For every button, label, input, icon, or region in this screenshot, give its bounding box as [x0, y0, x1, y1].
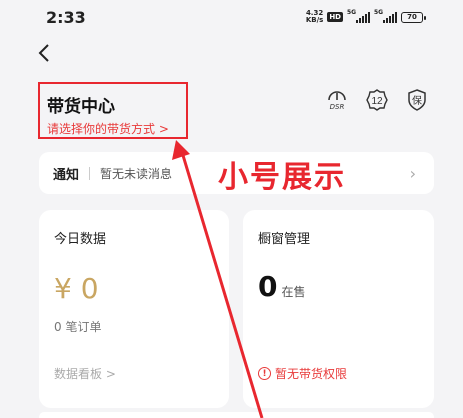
next-card-edge: [39, 412, 434, 418]
hd-icon: HD: [327, 12, 343, 22]
today-orders: 0 笔订单: [54, 320, 102, 334]
notice-text: 暂无未读消息: [100, 166, 173, 181]
header-icons: DSR 12 保: [325, 88, 429, 112]
shield-guarantee-icon: 保: [408, 89, 426, 111]
status-icons: 4.32 KB/s HD 5G 5G 70: [305, 9, 426, 24]
no-permission-notice[interactable]: ! 暂无带货权限: [258, 365, 347, 382]
status-bar: 2:33 4.32 KB/s HD 5G 5G 70: [0, 0, 463, 34]
guarantee-button[interactable]: 保: [405, 88, 429, 112]
notice-label: 通知: [53, 167, 80, 183]
battery-icon: 70: [401, 11, 426, 23]
dsr-label: DSR: [329, 103, 345, 111]
back-button[interactable]: [38, 42, 50, 66]
divider: [89, 166, 91, 180]
status-time: 2:33: [46, 7, 86, 27]
card-title: 今日数据: [54, 232, 107, 247]
level-button[interactable]: 12: [365, 88, 389, 112]
on-sale-label: 在售: [281, 285, 306, 299]
svg-text:保: 保: [412, 94, 422, 107]
on-sale-count: 0 在售: [258, 270, 306, 303]
today-data-card[interactable]: 今日数据 ¥ 0 0 笔订单 数据看板 >: [39, 210, 229, 408]
dsr-gauge-icon: [328, 91, 346, 101]
net-speed: 4.32 KB/s: [305, 9, 324, 24]
chevron-right-icon: ›: [409, 164, 416, 183]
svg-text:12: 12: [371, 96, 383, 107]
annotation-caption: 小号展示: [218, 160, 346, 195]
card-title: 橱窗管理: [258, 232, 311, 247]
chevron-left-icon: [38, 44, 49, 62]
signal-icon: 5G: [374, 9, 397, 23]
no-permission-text: 暂无带货权限: [275, 367, 348, 381]
on-sale-number: 0: [258, 270, 278, 303]
data-board-link[interactable]: 数据看板 >: [54, 365, 116, 382]
today-amount: ¥ 0: [54, 272, 99, 305]
badge-12-icon: 12: [366, 89, 388, 111]
window-management-card[interactable]: 橱窗管理 0 在售 ! 暂无带货权限: [243, 210, 434, 408]
warning-icon: !: [258, 367, 271, 380]
annotation-highlight-box: [38, 82, 188, 139]
signal-icon: 5G: [347, 9, 370, 23]
dsr-button[interactable]: DSR: [325, 88, 349, 111]
